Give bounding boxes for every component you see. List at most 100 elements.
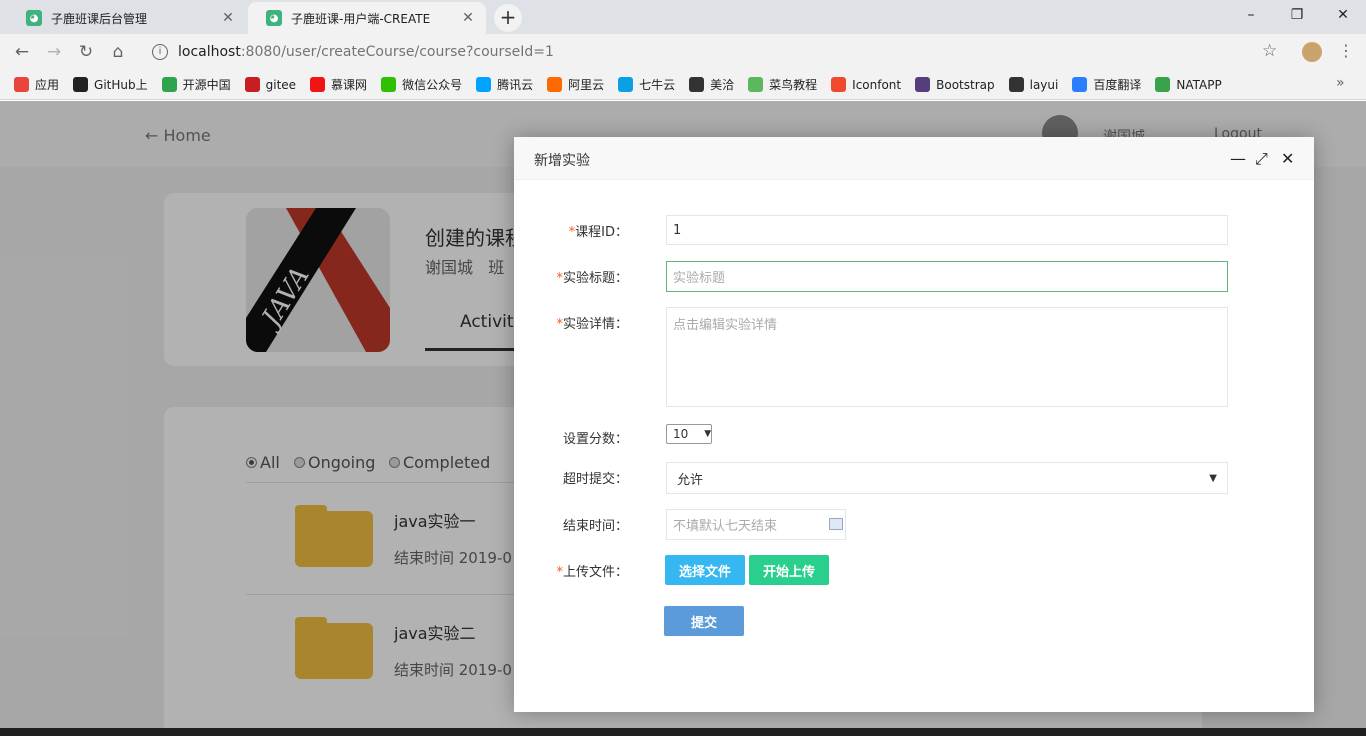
tab-admin[interactable]: ◕ 子鹿班课后台管理 ✕ <box>8 2 246 34</box>
bookmark-favicon-icon <box>915 77 931 92</box>
bookmark-favicon-icon <box>547 77 563 92</box>
overtime-label: 超时提交： <box>562 472 628 487</box>
forward-icon[interactable]: → <box>42 40 66 64</box>
new-tab-button[interactable]: + <box>494 4 522 32</box>
bookmark-label: 七牛云 <box>639 78 676 92</box>
bookmark-item[interactable]: layui <box>1008 77 1059 92</box>
exp-title-input[interactable]: 实验标题 <box>666 261 1228 292</box>
bookmark-item[interactable]: 菜鸟教程 <box>748 76 817 93</box>
bookmark-item[interactable]: 应用 <box>14 76 59 93</box>
bookmark-item[interactable]: 阿里云 <box>547 76 604 93</box>
bookmark-item[interactable]: 美洽 <box>689 76 734 93</box>
window-close-button[interactable]: ✕ <box>1320 0 1366 32</box>
bookmarks-bar: 应用 GitHub上 开源中国 gitee 慕课网 微信公众号 腾讯云 阿里云 七牛云 美洽 菜鸟教… <box>0 70 1366 100</box>
bookmark-item[interactable]: Bootstrap <box>915 77 995 92</box>
bookmark-favicon-icon <box>689 77 705 92</box>
exp-detail-label: *实验详情： <box>556 317 628 332</box>
submit-button[interactable]: 提交 <box>664 606 744 636</box>
bookmark-item[interactable]: gitee <box>244 77 297 92</box>
tab-user-create[interactable]: ◕ 子鹿班课-用户端-CREATE ✕ <box>248 2 486 34</box>
end-time-placeholder: 不填默认七天结束 <box>673 519 778 534</box>
bookmark-item[interactable]: 微信公众号 <box>381 76 462 93</box>
bookmark-item[interactable]: GitHub上 <box>73 76 148 93</box>
start-upload-button[interactable]: 开始上传 <box>749 555 829 585</box>
profile-avatar[interactable] <box>1302 42 1322 62</box>
course-id-label: *课程ID： <box>568 225 628 240</box>
dialog-header <box>514 137 1314 180</box>
bookmark-item[interactable]: 开源中国 <box>161 76 231 93</box>
bookmark-label: Bootstrap <box>936 77 995 92</box>
tab-title: 子鹿班课后台管理 <box>51 11 148 26</box>
bookmark-favicon-icon <box>161 77 177 92</box>
bookmark-favicon-icon <box>476 77 492 92</box>
bookmark-label: 微信公众号 <box>402 78 463 92</box>
overtime-value: 允许 <box>677 472 704 488</box>
url-path: :8080/user/createCourse/course?courseId=… <box>240 44 554 60</box>
score-select[interactable]: 10 ▼ <box>666 424 712 444</box>
reload-icon[interactable]: ↻ <box>74 40 98 64</box>
url-host: localhost <box>178 44 241 60</box>
site-favicon-icon: ◕ <box>266 10 282 26</box>
bookmark-favicon-icon <box>381 77 397 92</box>
bookmark-item[interactable]: 慕课网 <box>310 76 367 93</box>
bookmark-favicon-icon <box>1155 77 1171 92</box>
course-id-value: 1 <box>673 222 682 238</box>
bookmark-item[interactable]: 百度翻译 <box>1072 76 1141 93</box>
bookmark-favicon-icon <box>244 77 260 92</box>
calendar-icon[interactable] <box>829 518 843 530</box>
bookmark-label: 阿里云 <box>568 78 605 92</box>
tab-close-icon[interactable]: ✕ <box>220 10 236 26</box>
dialog-title: 新增实验 <box>534 153 590 169</box>
chevron-down-icon: ▼ <box>1209 472 1217 484</box>
site-favicon-icon: ◕ <box>26 10 42 26</box>
info-icon[interactable]: i <box>152 44 168 60</box>
bookmark-star-icon[interactable]: ☆ <box>1262 41 1277 61</box>
bookmarks-more-icon[interactable]: » <box>1336 75 1345 91</box>
bookmark-item[interactable]: Iconfont <box>831 77 901 92</box>
bookmark-label: 慕课网 <box>331 78 368 92</box>
bookmark-favicon-icon <box>831 77 847 92</box>
end-time-input[interactable]: 不填默认七天结束 <box>666 509 846 540</box>
bookmark-label: NATAPP <box>1176 77 1222 92</box>
bookmark-label: 百度翻译 <box>1093 78 1142 92</box>
bookmark-item[interactable]: 七牛云 <box>618 76 675 93</box>
bookmark-label: 开源中国 <box>182 78 231 92</box>
bookmark-favicon-icon <box>73 77 89 92</box>
overtime-select[interactable]: 允许 ▼ <box>666 462 1228 494</box>
dialog-close-icon[interactable]: ✕ <box>1281 149 1294 168</box>
bookmark-label: 腾讯云 <box>497 78 534 92</box>
bookmark-item[interactable]: 腾讯云 <box>476 76 533 93</box>
bookmark-favicon-icon <box>310 77 326 92</box>
window-maximize-button[interactable]: ❐ <box>1274 0 1320 32</box>
dialog-maximize-icon[interactable]: ⤢ <box>1255 149 1268 169</box>
dialog-minimize-icon[interactable]: — <box>1230 149 1246 168</box>
bookmark-item[interactable]: NATAPP <box>1155 77 1222 92</box>
bookmark-label: gitee <box>265 77 297 92</box>
exp-title-label: *实验标题： <box>556 271 628 286</box>
bookmark-label: 美洽 <box>710 78 735 92</box>
bookmark-favicon-icon <box>14 77 29 92</box>
choose-file-button[interactable]: 选择文件 <box>665 555 745 585</box>
score-label: 设置分数： <box>562 432 628 447</box>
browser-menu-icon[interactable]: ⋮ <box>1338 41 1354 60</box>
tab-close-icon[interactable]: ✕ <box>460 10 476 26</box>
home-icon[interactable]: ⌂ <box>106 40 130 64</box>
end-time-label: 结束时间： <box>562 519 628 534</box>
chevron-down-icon: ▼ <box>704 429 712 439</box>
bookmark-label: 菜鸟教程 <box>769 78 818 92</box>
course-id-field[interactable]: 1 <box>666 215 1228 245</box>
tab-title: 子鹿班课-用户端-CREATE <box>291 11 431 26</box>
bookmark-label: 应用 <box>35 78 60 92</box>
bookmark-favicon-icon <box>748 77 764 92</box>
bookmark-favicon-icon <box>618 77 634 92</box>
bookmark-favicon-icon <box>1072 77 1088 92</box>
window-minimize-button[interactable]: – <box>1228 0 1274 32</box>
exp-title-placeholder: 实验标题 <box>673 271 726 286</box>
exp-detail-placeholder: 点击编辑实验详情 <box>673 318 778 333</box>
exp-detail-editor[interactable]: 点击编辑实验详情 <box>666 307 1228 407</box>
upload-label: *上传文件： <box>556 565 628 580</box>
address-bar[interactable]: i localhost:8080/user/createCourse/cours… <box>140 38 1292 66</box>
back-icon[interactable]: ← <box>10 40 34 64</box>
bookmark-label: GitHub上 <box>94 78 148 92</box>
bookmark-label: layui <box>1029 77 1059 92</box>
